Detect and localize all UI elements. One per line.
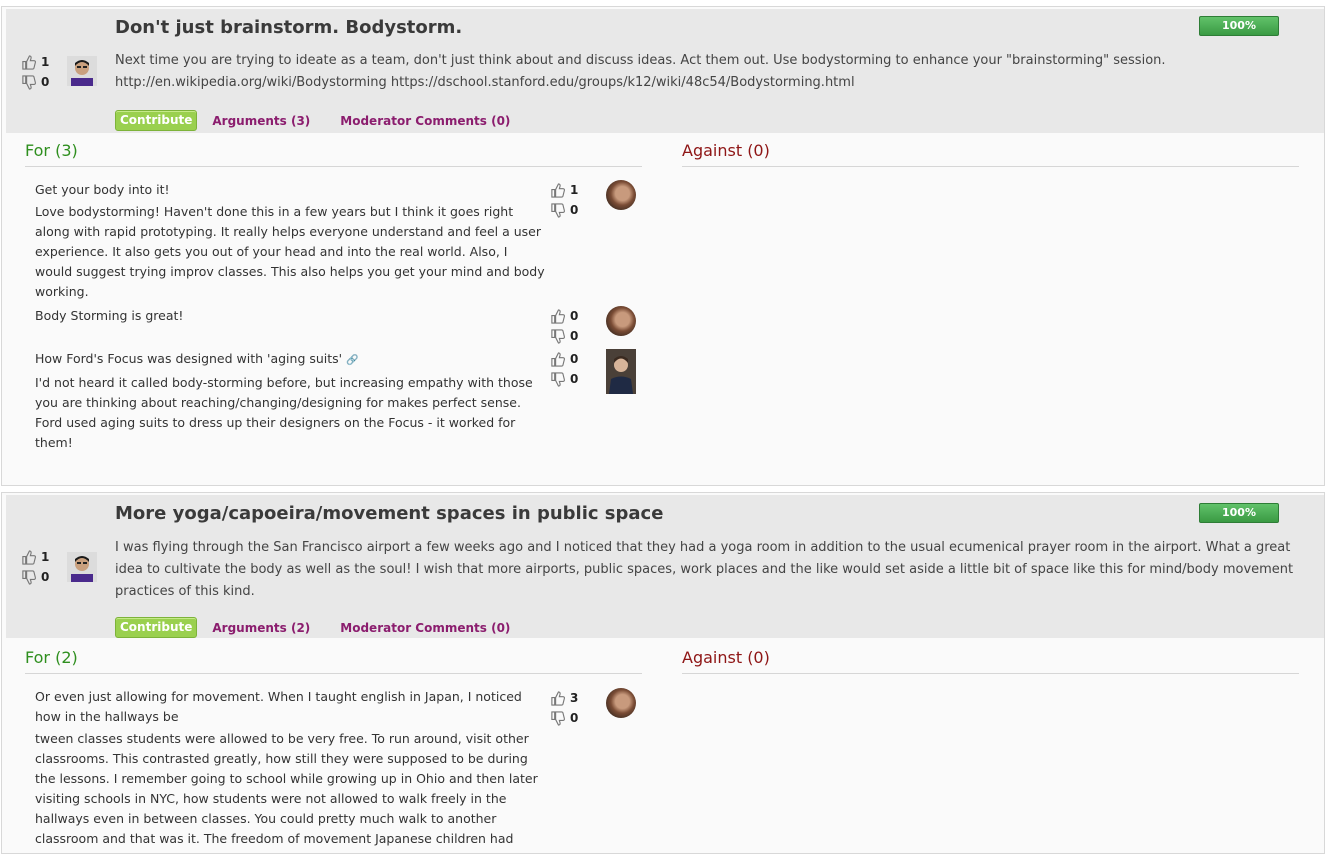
idea-votes: 1 0 bbox=[21, 52, 49, 92]
dislike-count: 0 bbox=[570, 203, 579, 217]
like-count: 1 bbox=[41, 55, 50, 69]
dislike-count: 0 bbox=[570, 329, 579, 343]
argument-item: Body Storming is great! bbox=[35, 306, 545, 326]
author-avatar[interactable] bbox=[67, 552, 97, 582]
thumbs-up-icon[interactable] bbox=[550, 308, 565, 324]
idea-card: More yoga/capoeira/movement spaces in pu… bbox=[1, 492, 1325, 854]
argument-votes: 3 0 bbox=[550, 688, 578, 728]
progress-badge: 100% bbox=[1199, 503, 1279, 523]
like-count: 0 bbox=[570, 309, 579, 323]
thumbs-down-icon[interactable] bbox=[550, 202, 565, 218]
idea-actions: Contribute Arguments (3) Moderator Comme… bbox=[115, 110, 510, 131]
argument-votes: 0 0 bbox=[550, 306, 578, 346]
argument-title[interactable]: Body Storming is great! bbox=[35, 306, 545, 326]
thumbs-up-icon[interactable] bbox=[21, 549, 36, 565]
moderator-comments-link[interactable]: Moderator Comments (0) bbox=[340, 114, 510, 128]
thumbs-up-icon[interactable] bbox=[550, 351, 565, 367]
progress-badge: 100% bbox=[1199, 16, 1279, 36]
thumbs-up-icon[interactable] bbox=[21, 54, 36, 70]
idea-votes: 1 0 bbox=[21, 547, 49, 587]
for-column-heading: For (2) bbox=[25, 648, 642, 674]
thumbs-up-icon[interactable] bbox=[550, 182, 565, 198]
dislike-count: 0 bbox=[41, 75, 50, 89]
argument-votes: 1 0 bbox=[550, 180, 578, 220]
idea-description: I was flying through the San Francisco a… bbox=[115, 540, 1294, 599]
thumbs-down-icon[interactable] bbox=[21, 569, 36, 585]
like-count: 1 bbox=[41, 550, 50, 564]
dislike-count: 0 bbox=[570, 711, 579, 725]
contribute-button[interactable]: Contribute bbox=[115, 110, 198, 131]
moderator-comments-link[interactable]: Moderator Comments (0) bbox=[340, 621, 510, 635]
argument-body: tween classes students were allowed to b… bbox=[35, 731, 538, 846]
idea-title[interactable]: More yoga/capoeira/movement spaces in pu… bbox=[115, 503, 663, 524]
thumbs-down-icon[interactable] bbox=[550, 710, 565, 726]
for-column-heading: For (3) bbox=[25, 141, 642, 167]
arguments-link[interactable]: Arguments (3) bbox=[212, 114, 310, 128]
contribute-button[interactable]: Contribute bbox=[115, 617, 198, 638]
contributor-avatar[interactable] bbox=[606, 688, 636, 718]
thumbs-up-icon[interactable] bbox=[550, 690, 565, 706]
argument-item: Or even just allowing for movement. When… bbox=[35, 687, 545, 849]
idea-actions: Contribute Arguments (2) Moderator Comme… bbox=[115, 617, 510, 638]
idea-title[interactable]: Don't just brainstorm. Bodystorm. bbox=[115, 17, 462, 38]
argument-body: I'd not heard it called body-storming be… bbox=[35, 375, 533, 450]
against-column-heading: Against (0) bbox=[682, 141, 1299, 167]
arguments-link[interactable]: Arguments (2) bbox=[212, 621, 310, 635]
like-count: 3 bbox=[570, 691, 579, 705]
dislike-count: 0 bbox=[41, 570, 50, 584]
dislike-count: 0 bbox=[570, 372, 579, 386]
argument-title[interactable]: Or even just allowing for movement. When… bbox=[35, 687, 545, 727]
argument-body: Love bodystorming! Haven't done this in … bbox=[35, 204, 545, 299]
author-avatar[interactable] bbox=[67, 56, 97, 86]
argument-title[interactable]: How Ford's Focus was designed with 'agin… bbox=[35, 351, 342, 366]
against-column-heading: Against (0) bbox=[682, 648, 1299, 674]
thumbs-down-icon[interactable] bbox=[550, 328, 565, 344]
thumbs-down-icon[interactable] bbox=[21, 74, 36, 90]
contributor-avatar[interactable] bbox=[606, 349, 636, 394]
contributor-avatar[interactable] bbox=[606, 180, 636, 210]
argument-title[interactable]: Get your body into it! bbox=[35, 180, 545, 200]
thumbs-down-icon[interactable] bbox=[550, 371, 565, 387]
link-icon[interactable]: 🔗 bbox=[346, 355, 358, 366]
argument-item: Get your body into it! Love bodystorming… bbox=[35, 180, 545, 302]
like-count: 1 bbox=[570, 183, 579, 197]
contributor-avatar[interactable] bbox=[606, 306, 636, 336]
idea-card: Don't just brainstorm. Bodystorm. 100% 1… bbox=[1, 6, 1325, 486]
idea-description: Next time you are trying to ideate as a … bbox=[115, 53, 1166, 90]
argument-item: How Ford's Focus was designed with 'agin… bbox=[35, 349, 545, 453]
like-count: 0 bbox=[570, 352, 579, 366]
argument-votes: 0 0 bbox=[550, 349, 578, 389]
